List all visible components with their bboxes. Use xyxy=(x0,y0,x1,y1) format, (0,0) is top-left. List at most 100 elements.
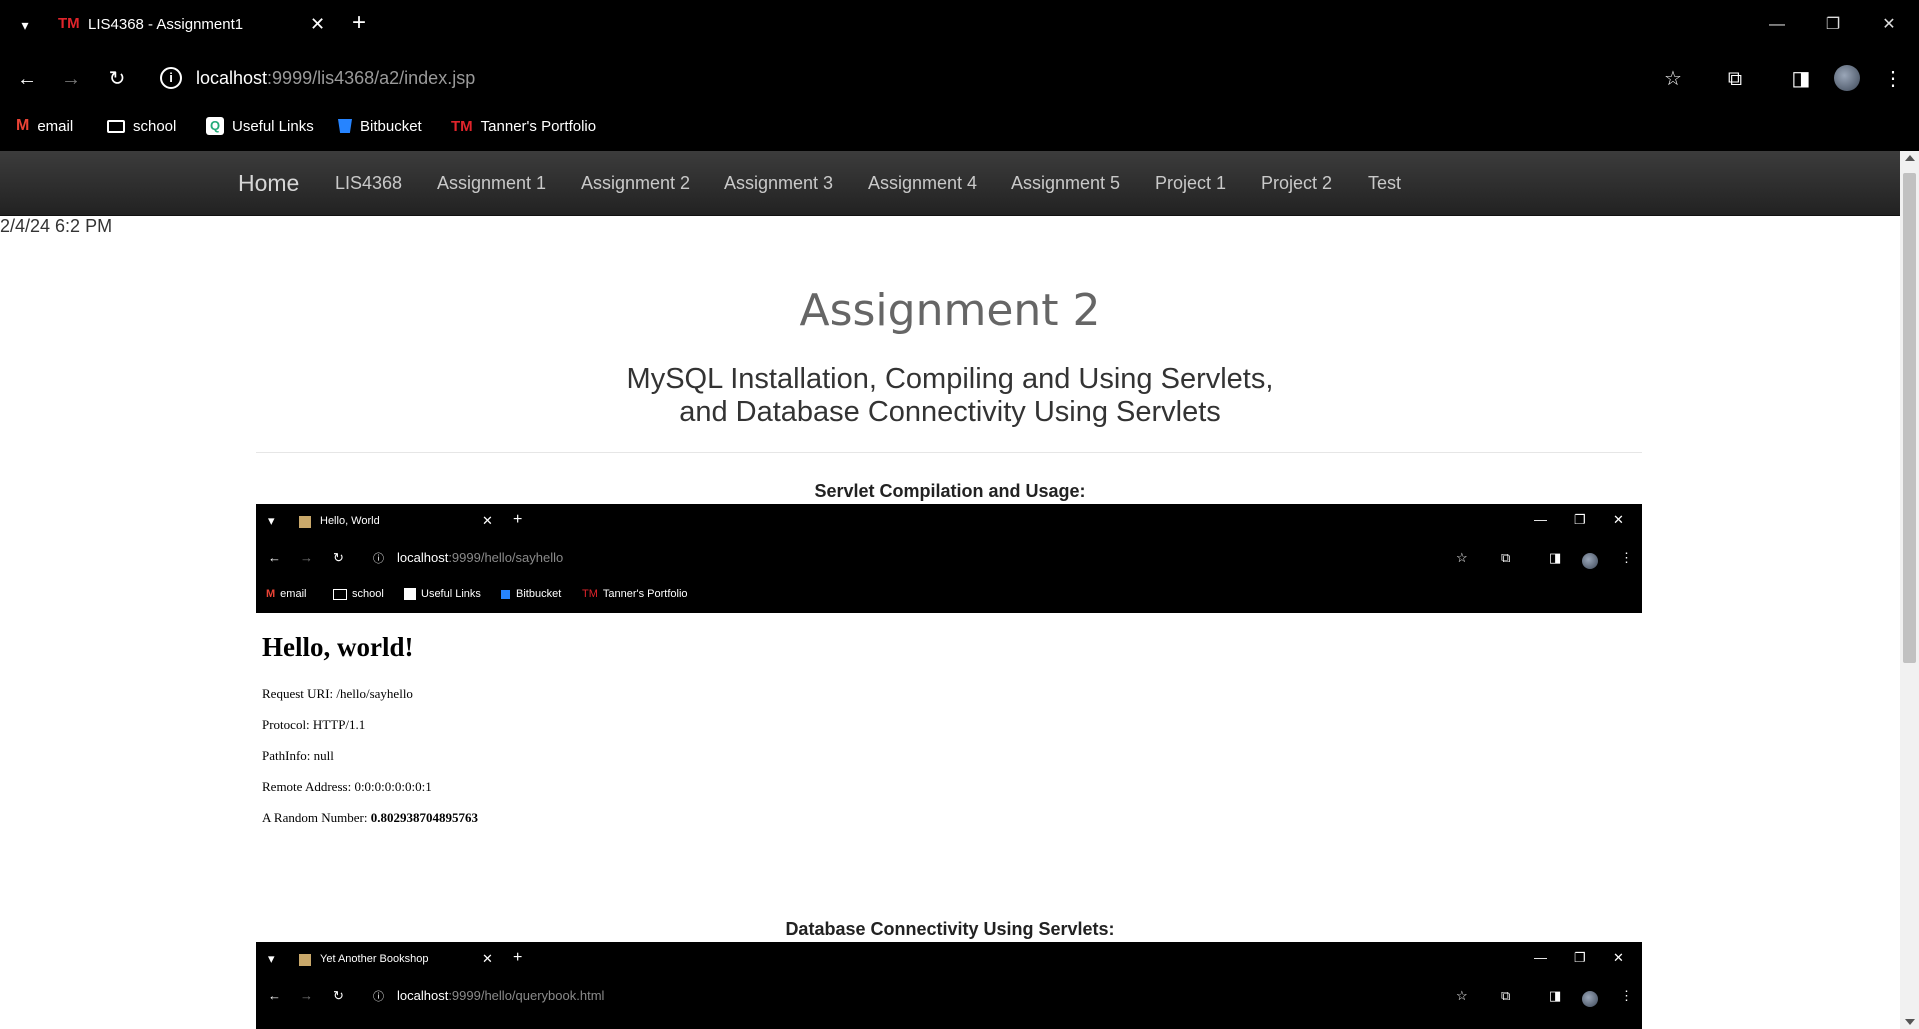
embedded-bookmark-school: school xyxy=(333,588,384,600)
profile-avatar[interactable] xyxy=(1834,65,1860,91)
line-label: A Random Number: xyxy=(262,810,371,825)
url-path: :9999/hello/querybook.html xyxy=(448,988,605,1003)
address-bar[interactable]: localhost:9999/lis4368/a2/index.jsp xyxy=(196,68,475,89)
bookmark-email[interactable]: M email xyxy=(16,113,73,139)
bookmark-bitbucket[interactable]: Bitbucket xyxy=(338,113,422,139)
url-host: localhost xyxy=(397,988,449,1003)
minimize-icon: — xyxy=(1534,950,1547,965)
side-panel-icon: ◨ xyxy=(1549,550,1562,565)
avatar xyxy=(1582,553,1598,569)
tab-search-chevron-icon[interactable]: ▾ xyxy=(14,14,36,36)
bookmark-label: email xyxy=(280,588,307,600)
bookmark-label: Tanner's Portfolio xyxy=(480,117,597,135)
avatar xyxy=(1582,991,1598,1007)
extensions-puzzle-icon: ⧉ xyxy=(1501,988,1511,1003)
close-window-icon[interactable]: ✕ xyxy=(1874,10,1904,40)
browser-tab-active[interactable]: TM LIS4368 - Assignment1 ✕ xyxy=(48,6,338,44)
browser-toolbar: ← → ↻ i localhost:9999/lis4368/a2/index.… xyxy=(0,56,1919,102)
timestamp: 2/4/24 6:2 PM xyxy=(0,216,113,236)
embedded-address-bar: localhost:9999/hello/querybook.html xyxy=(397,988,604,1003)
url-path: :9999/lis4368/a2/index.jsp xyxy=(267,68,476,88)
close-tab-icon: ✕ xyxy=(482,513,493,528)
nav-assignment-2[interactable]: Assignment 2 xyxy=(581,151,690,215)
bookmark-label: Bitbucket xyxy=(516,588,562,600)
extensions-puzzle-icon[interactable]: ⧉ xyxy=(1720,64,1750,94)
browser-menu-icon[interactable]: ⋮ xyxy=(1878,64,1908,94)
nav-assignment-1[interactable]: Assignment 1 xyxy=(437,151,546,215)
bookmark-star-icon[interactable]: ☆ xyxy=(1658,64,1688,94)
chevron-down-icon: ▾ xyxy=(268,951,275,966)
back-arrow-icon: ← xyxy=(268,988,281,1003)
forward-arrow-icon: → xyxy=(300,550,313,565)
embedded-tab-title: Yet Another Bookshop xyxy=(320,953,429,965)
bookmark-star-icon: ☆ xyxy=(1456,550,1468,565)
close-tab-icon: ✕ xyxy=(482,951,493,966)
close-window-icon: ✕ xyxy=(1613,950,1624,965)
line-label: PathInfo: xyxy=(262,748,314,763)
site-info-icon: ⓘ xyxy=(373,991,384,1003)
bookmark-label: school xyxy=(133,117,177,135)
tab-title: LIS4368 - Assignment1 xyxy=(88,16,244,33)
remote-address-line: Remote Address: 0:0:0:0:0:0:0:1 xyxy=(262,779,432,795)
new-tab-plus-icon: + xyxy=(513,949,523,966)
line-label: Request URI: xyxy=(262,686,337,701)
random-number-line: A Random Number: 0.802938704895763 xyxy=(262,810,478,826)
minimize-icon: — xyxy=(1534,512,1547,527)
embedded-browser-chrome: ▾ Yet Another Bookshop ✕ + — ❐ ✕ ← → ↻ ⓘ… xyxy=(256,942,1642,1029)
reload-icon: ↻ xyxy=(333,550,344,565)
nav-assignment-3[interactable]: Assignment 3 xyxy=(724,151,833,215)
subtitle-line-1: MySQL Installation, Compiling and Using … xyxy=(626,363,1274,395)
site-info-icon[interactable]: i xyxy=(160,67,182,89)
restore-icon: ❐ xyxy=(1574,512,1586,527)
side-panel-icon[interactable]: ◨ xyxy=(1786,64,1816,94)
gmail-icon: M xyxy=(16,117,30,134)
scrollbar-thumb[interactable] xyxy=(1903,173,1916,663)
nav-project-1[interactable]: Project 1 xyxy=(1155,151,1226,215)
chevron-down-icon: ▾ xyxy=(268,513,275,528)
line-value: HTTP/1.1 xyxy=(312,717,366,732)
nav-lis4368[interactable]: LIS4368 xyxy=(335,151,402,215)
page-scrollbar[interactable] xyxy=(1900,151,1919,1029)
bookmark-label: Useful Links xyxy=(421,588,481,600)
embedded-bookmark-tanners-portfolio: TM Tanner's Portfolio xyxy=(582,588,688,600)
url-host: localhost xyxy=(397,550,449,565)
nav-assignment-4[interactable]: Assignment 4 xyxy=(868,151,977,215)
bookmark-school[interactable]: school xyxy=(107,113,176,139)
tab-strip: ▾ TM LIS4368 - Assignment1 ✕ + — ❐ ✕ xyxy=(0,0,1919,50)
embedded-browser-chrome: ▾ Hello, World ✕ + — ❐ ✕ ← → ↻ ⓘ localho… xyxy=(256,504,1642,613)
nav-assignment-5[interactable]: Assignment 5 xyxy=(1011,151,1120,215)
embedded-address-bar: localhost:9999/hello/sayhello xyxy=(397,550,563,565)
page-title: Assignment 2 xyxy=(799,285,1101,336)
new-tab-plus-icon[interactable]: + xyxy=(352,10,366,36)
folder-icon xyxy=(333,588,347,600)
tm-logo-icon: TM xyxy=(582,588,598,600)
bookmark-label: school xyxy=(352,588,384,600)
minimize-icon[interactable]: — xyxy=(1762,10,1792,40)
close-tab-icon[interactable]: ✕ xyxy=(310,14,325,35)
restore-icon: ❐ xyxy=(1574,950,1586,965)
random-number-value: 0.802938704895763 xyxy=(370,810,478,825)
tm-logo-icon: TM xyxy=(58,15,80,32)
page-subtitle: MySQL Installation, Compiling and Using … xyxy=(0,363,1900,429)
restore-icon[interactable]: ❐ xyxy=(1818,10,1848,40)
nav-project-2[interactable]: Project 2 xyxy=(1261,151,1332,215)
protocol-line: Protocol: HTTP/1.1 xyxy=(262,717,365,733)
gmail-icon: M xyxy=(266,588,276,600)
bookmark-useful-links[interactable]: Q Useful Links xyxy=(206,113,314,139)
site-info-icon: ⓘ xyxy=(373,553,384,565)
scroll-up-arrow-icon[interactable] xyxy=(1905,155,1915,161)
nav-home[interactable]: Home xyxy=(238,151,299,215)
bitbucket-icon xyxy=(338,119,352,133)
line-label: Protocol: xyxy=(262,717,313,732)
site-navbar: Home LIS4368 Assignment 1 Assignment 2 A… xyxy=(0,151,1900,216)
nav-test[interactable]: Test xyxy=(1368,151,1401,215)
forward-arrow-icon[interactable]: → xyxy=(56,64,86,94)
scroll-down-arrow-icon[interactable] xyxy=(1905,1019,1915,1025)
back-arrow-icon[interactable]: ← xyxy=(12,64,42,94)
bookmark-tanners-portfolio[interactable]: TM Tanner's Portfolio xyxy=(451,113,596,139)
bookmark-label: Useful Links xyxy=(232,117,314,135)
folder-icon xyxy=(107,119,125,133)
bookmark-star-icon: ☆ xyxy=(1456,988,1468,1003)
reload-icon[interactable]: ↻ xyxy=(102,64,132,94)
bookmark-label: email xyxy=(37,117,74,135)
